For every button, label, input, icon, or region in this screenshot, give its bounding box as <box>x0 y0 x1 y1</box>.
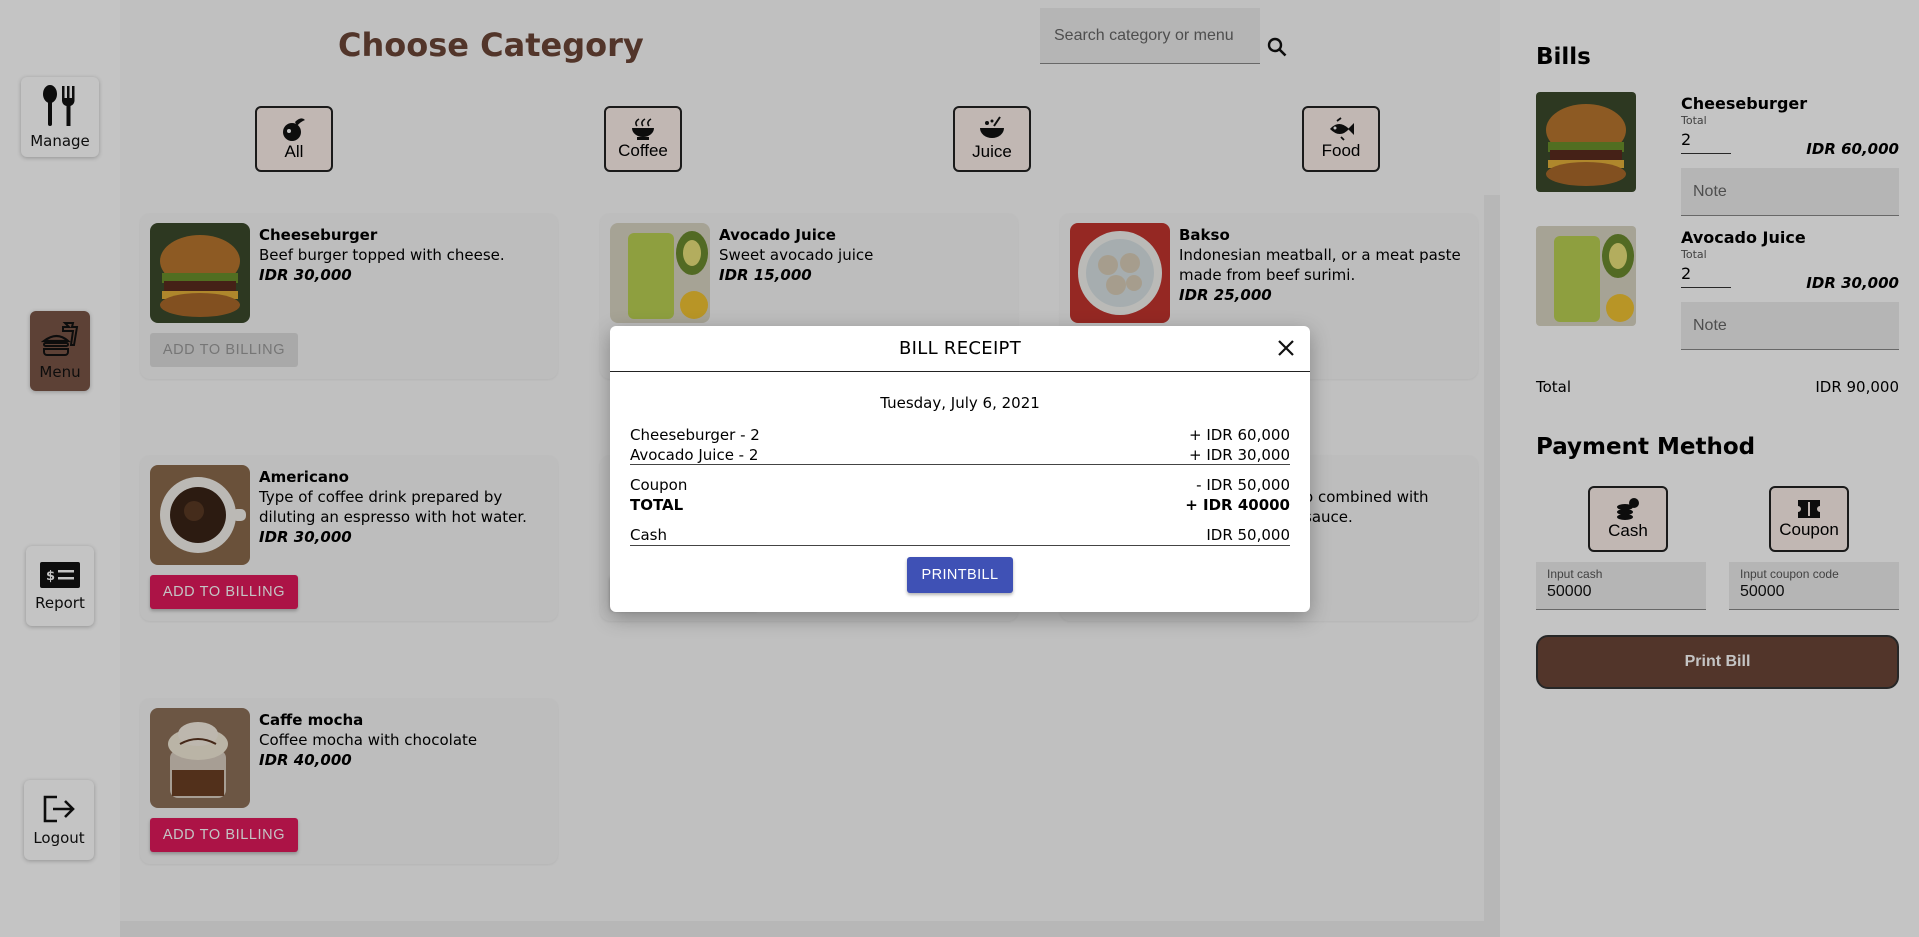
receipt-coupon-amount: - IDR 50,000 <box>1196 476 1290 494</box>
close-icon[interactable] <box>1274 336 1298 360</box>
receipt-line-item: Cheeseburger - 2 <box>630 426 760 444</box>
receipt-title: BILL RECEIPT <box>610 326 1310 372</box>
receipt-divider <box>630 545 1290 546</box>
print-receipt-button[interactable]: PRINTBILL <box>907 557 1013 593</box>
receipt-total-row: TOTAL + IDR 40000 <box>630 496 1290 514</box>
receipt-total-label: TOTAL <box>630 496 684 514</box>
receipt-cash-label: Cash <box>630 526 667 544</box>
receipt-line: Cheeseburger - 2 + IDR 60,000 <box>630 426 1290 444</box>
receipt-cash-row: Cash IDR 50,000 <box>630 526 1290 544</box>
receipt-line-amount: + IDR 30,000 <box>1189 446 1290 464</box>
receipt-coupon-row: Coupon - IDR 50,000 <box>630 476 1290 494</box>
receipt-total-amount: + IDR 40000 <box>1185 496 1290 514</box>
receipt-line-item: Avocado Juice - 2 <box>630 446 759 464</box>
receipt-line: Avocado Juice - 2 + IDR 30,000 <box>630 446 1290 464</box>
receipt-divider <box>630 464 1290 465</box>
receipt-cash-amount: IDR 50,000 <box>1206 526 1290 544</box>
receipt-coupon-label: Coupon <box>630 476 688 494</box>
receipt-date: Tuesday, July 6, 2021 <box>880 394 1040 412</box>
receipt-line-amount: + IDR 60,000 <box>1189 426 1290 444</box>
bill-receipt-dialog: BILL RECEIPT Tuesday, July 6, 2021 Chees… <box>610 326 1310 612</box>
